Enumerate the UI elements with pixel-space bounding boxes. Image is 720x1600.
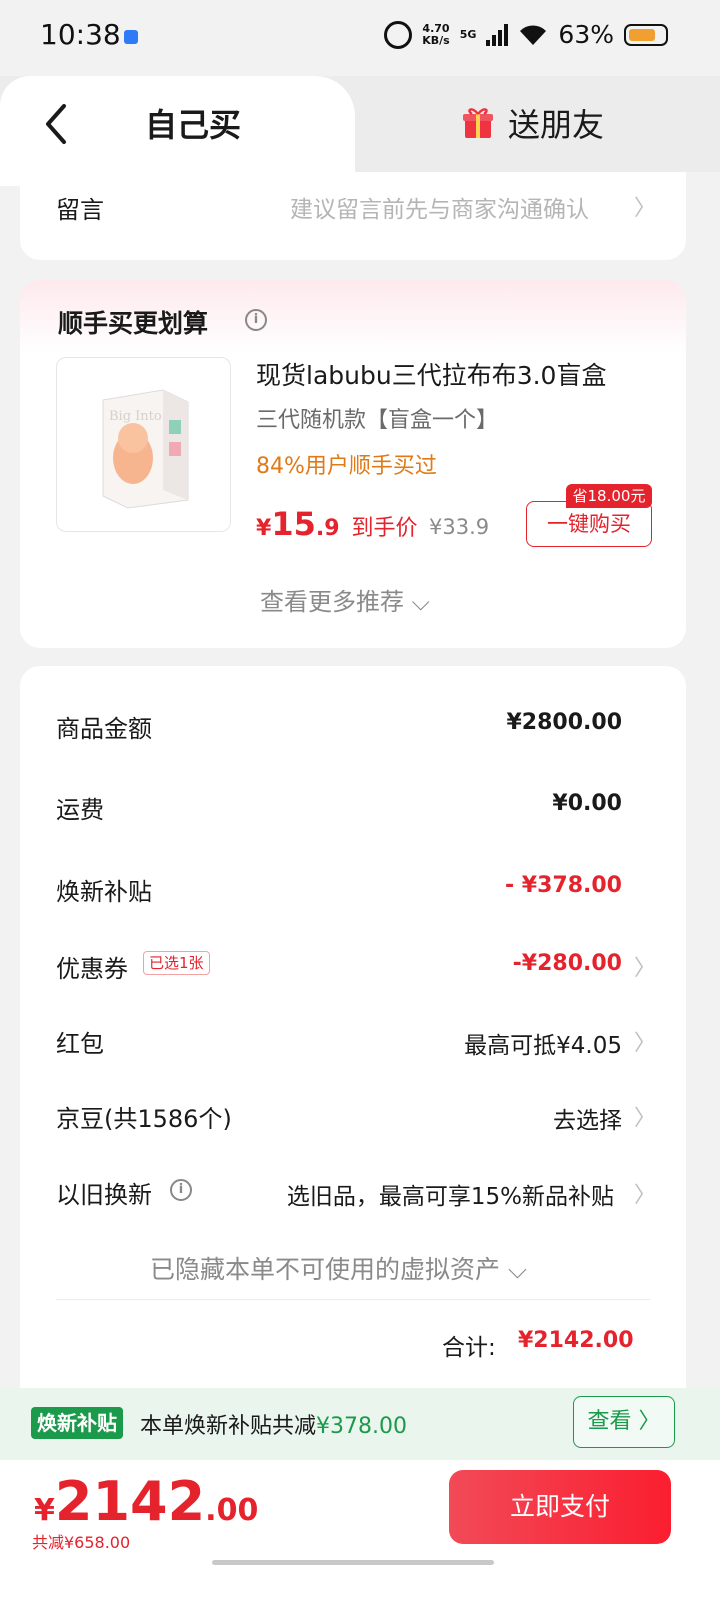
home-indicator[interactable]	[212, 1560, 494, 1565]
jingdou-value[interactable]: 去选择	[553, 1101, 622, 1135]
divider	[56, 1299, 650, 1300]
svg-text:Big Into: Big Into	[109, 409, 162, 424]
total-value: ¥2142.00	[518, 1328, 634, 1353]
product-image[interactable]: Big Into	[56, 357, 231, 532]
coupon-value[interactable]: -¥280.00	[513, 951, 622, 976]
coupon-selected-tag: 已选1张	[143, 951, 210, 975]
signal-icon	[486, 23, 509, 46]
save-badge: 省18.00元	[566, 484, 652, 508]
red-packet-value[interactable]: 最高可抵¥4.05	[464, 1026, 622, 1060]
note-input-hint[interactable]: 建议留言前先与商家沟通确认	[290, 190, 589, 224]
app-notification-icon	[124, 30, 138, 44]
recommend-title: 顺手买更划算	[58, 309, 209, 338]
chevron-right-icon: 〉	[634, 1183, 657, 1208]
trade-in-label[interactable]: 以旧换新	[56, 1175, 152, 1210]
back-icon[interactable]	[40, 102, 74, 146]
tab-self-buy-label[interactable]: 自己买	[145, 100, 241, 146]
product-bought-rate: 84%用户顺手买过	[256, 454, 437, 479]
chevron-right-icon: 〉	[634, 1106, 657, 1131]
net-speed: 4.70 KB/s	[422, 21, 450, 47]
pay-now-button[interactable]: 立即支付	[449, 1470, 671, 1544]
total-saved: 共减¥658.00	[32, 1533, 131, 1552]
subsidy-tag: 焕新补贴	[31, 1407, 123, 1439]
product-price: ¥ 15 .9 到手价	[256, 505, 418, 543]
subsidy-text: 本单焕新补贴共减¥378.00	[140, 1414, 407, 1439]
subsidy-amount: ¥378.00	[316, 1414, 407, 1439]
total-label: 合计:	[442, 1335, 496, 1361]
info-icon[interactable]: i	[170, 1179, 192, 1201]
product-name[interactable]: 现货labubu三代拉布布3.0盲盒	[256, 356, 630, 392]
view-subsidy-button[interactable]: 查看 〉	[573, 1396, 675, 1448]
hidden-assets-toggle[interactable]: 已隐藏本单不可使用的虚拟资产 ⌵	[150, 1250, 527, 1286]
shipping-label: 运费	[56, 796, 104, 824]
trade-in-value[interactable]: 选旧品，最高可享15%新品补贴	[287, 1177, 614, 1211]
info-icon[interactable]: i	[245, 309, 267, 331]
subsidy-value: - ¥378.00	[505, 873, 622, 898]
status-icons: 4.70 KB/s 5G 63%	[384, 20, 668, 49]
more-recommend-link[interactable]: 查看更多推荐 ⌵	[260, 582, 430, 617]
jingdou-label[interactable]: 京豆(共1586个)	[56, 1099, 232, 1134]
network-type: 5G	[459, 28, 477, 41]
subsidy-label: 焕新补贴	[56, 878, 152, 906]
chevron-right-icon: 〉	[634, 956, 657, 981]
wifi-icon	[520, 24, 547, 45]
status-time: 10:38	[40, 18, 121, 51]
product-spec: 三代随机款【盲盒一个】	[256, 408, 499, 433]
gift-icon[interactable]	[462, 106, 494, 140]
goods-amount-label: 商品金额	[56, 715, 152, 743]
chevron-right-icon: 〉	[634, 196, 657, 221]
chevron-right-icon: 〉	[634, 1031, 657, 1056]
alarm-icon	[384, 20, 413, 49]
tab-send-friend[interactable]: 送朋友	[508, 100, 604, 146]
battery-percent: 63%	[558, 20, 614, 49]
shipping-value: ¥0.00	[552, 791, 622, 816]
original-price: ¥33.9	[429, 515, 490, 539]
blind-box-image: Big Into	[102, 389, 189, 509]
pay-total: ¥ 2142 .00	[34, 1470, 259, 1533]
coupon-label[interactable]: 优惠券	[56, 949, 128, 984]
red-packet-label[interactable]: 红包	[56, 1024, 104, 1059]
note-label: 留言	[56, 196, 104, 224]
goods-amount-value: ¥2800.00	[506, 710, 622, 735]
battery-icon	[624, 23, 668, 46]
